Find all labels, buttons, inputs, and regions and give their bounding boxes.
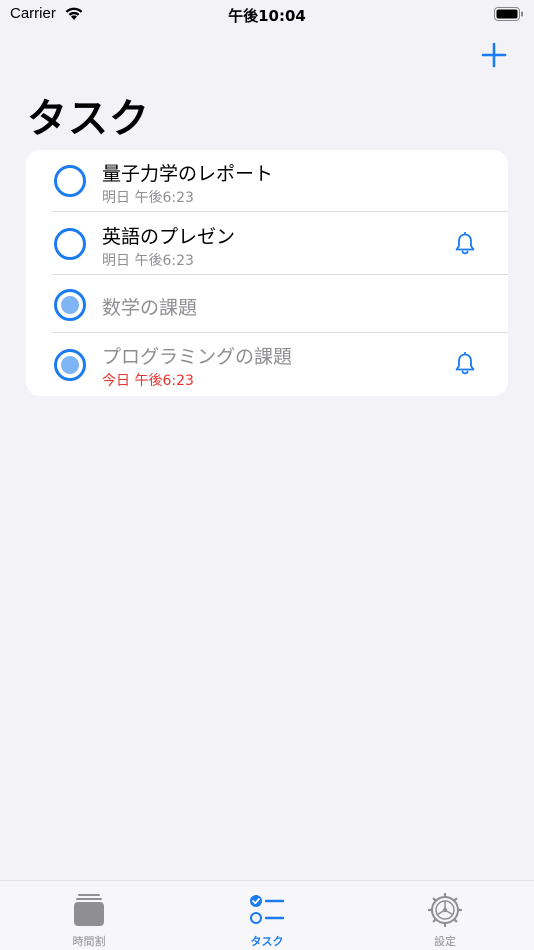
row-divider	[52, 211, 508, 212]
status-bar: Carrier 午後10:04	[0, 0, 534, 30]
tab-label: 設定	[434, 935, 456, 948]
battery-icon	[494, 7, 523, 21]
task-row[interactable]: プログラミングの課題 今日 午後6:23	[26, 334, 508, 396]
row-divider	[52, 274, 508, 275]
row-divider	[52, 332, 508, 333]
page-title: タスク	[27, 96, 150, 142]
tab-tasks[interactable]: タスク	[178, 881, 356, 950]
task-title: 量子力学のレポート	[102, 163, 274, 185]
task-title: 英語のプレゼン	[102, 226, 236, 248]
task-row[interactable]: 数学の課題	[26, 276, 508, 333]
tab-label: 時間割	[72, 935, 106, 948]
task-due-date: 今日 午後6:23	[102, 373, 194, 389]
tab-settings[interactable]: 設定	[356, 881, 534, 950]
task-row[interactable]: 英語のプレゼン 明日 午後6:23	[26, 213, 508, 275]
task-list: 量子力学のレポート 明日 午後6:23 英語のプレゼン 明日 午後6:23 数学…	[26, 150, 508, 396]
tab-timetable[interactable]: 時間割	[0, 881, 178, 950]
task-complete-toggle[interactable]	[54, 165, 86, 197]
task-title: 数学の課題	[102, 297, 198, 319]
reminder-bell-icon[interactable]	[454, 352, 476, 376]
task-title: プログラミングの課題	[102, 346, 293, 368]
status-clock: 午後10:04	[228, 7, 306, 25]
plus-icon	[481, 42, 507, 68]
tab-label: タスク	[250, 935, 284, 948]
tab-bar: 時間割 タスク 設定	[0, 880, 534, 950]
task-row[interactable]: 量子力学のレポート 明日 午後6:23	[26, 150, 508, 212]
add-task-button[interactable]	[479, 40, 509, 70]
tasks-checklist-icon	[250, 895, 285, 924]
settings-gear-icon	[428, 893, 462, 927]
task-complete-toggle[interactable]	[54, 349, 86, 381]
task-due-date: 明日 午後6:23	[102, 253, 194, 269]
timetable-icon	[74, 894, 104, 926]
task-complete-toggle[interactable]	[54, 289, 86, 321]
task-due-date: 明日 午後6:23	[102, 190, 194, 206]
task-complete-toggle[interactable]	[54, 228, 86, 260]
reminder-bell-icon[interactable]	[454, 232, 476, 256]
